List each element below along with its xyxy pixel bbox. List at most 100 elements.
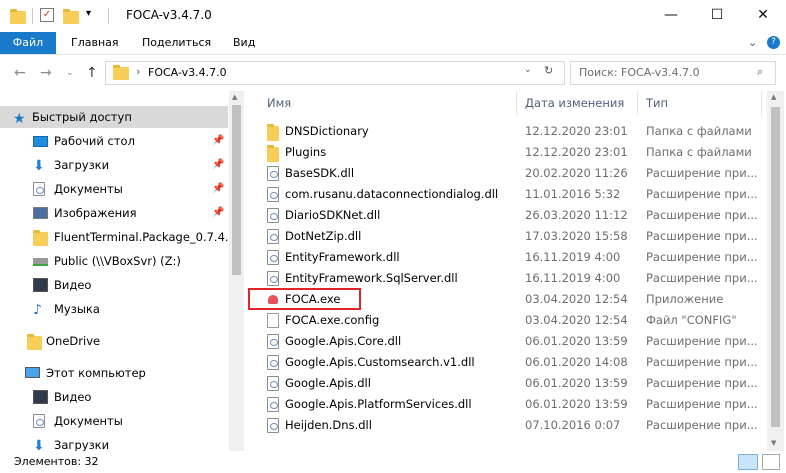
close-button[interactable]: ✕	[740, 0, 786, 30]
column-date[interactable]: Дата изменения	[525, 96, 624, 110]
dll-icon	[267, 187, 279, 202]
file-type: Расширение при...	[646, 418, 758, 432]
column-divider[interactable]	[516, 91, 517, 115]
address-dropdown-icon[interactable]: ⌄	[524, 65, 532, 75]
recent-locations-button[interactable]: ⌄	[66, 68, 74, 78]
file-row[interactable]: EntityFramework.SqlServer.dll 16.11.2019…	[245, 268, 765, 289]
file-row[interactable]: DiarioSDKNet.dll 26.03.2020 11:12 Расшир…	[245, 205, 765, 226]
file-row[interactable]: DotNetZip.dll 17.03.2020 15:58 Расширени…	[245, 226, 765, 247]
window-title: FOCA-v3.4.7.0	[126, 8, 212, 22]
file-row[interactable]: EntityFramework.dll 16.11.2019 4:00 Расш…	[245, 247, 765, 268]
customize-toolbar-icon[interactable]: ▾	[86, 8, 91, 19]
file-type: Расширение при...	[646, 229, 758, 243]
maximize-button[interactable]: ☐	[694, 0, 740, 30]
pin-icon[interactable]: 📌	[212, 154, 224, 176]
nav-pc-downloads[interactable]: ⬇ Загрузки	[0, 434, 228, 451]
nav-label: Рабочий стол	[54, 134, 135, 148]
dll-icon	[267, 250, 279, 265]
video-icon	[33, 390, 48, 404]
details-view-button[interactable]	[738, 454, 758, 470]
properties-icon[interactable]: ✓	[40, 8, 54, 22]
new-folder-icon[interactable]	[63, 9, 79, 24]
nav-label: Документы	[54, 414, 123, 428]
file-row[interactable]: Google.Apis.dll 06.01.2020 13:59 Расшире…	[245, 373, 765, 394]
nav-documents[interactable]: Документы 📌	[0, 178, 228, 200]
column-divider[interactable]	[637, 91, 638, 115]
dll-icon	[267, 355, 279, 370]
column-headers: ^ Имя Дата изменения Тип	[245, 91, 765, 115]
title-bar: ✓ ▾ FOCA-v3.4.7.0 — ☐ ✕	[0, 0, 786, 32]
nav-downloads[interactable]: ⬇ Загрузки 📌	[0, 154, 228, 176]
file-date: 12.12.2020 23:01	[525, 124, 628, 138]
nav-scrollbar[interactable]: ▲	[229, 91, 244, 451]
navigation-bar: ← → ⌄ ↑ › FOCA-v3.4.7.0 ⌄ ↻ Поиск: FOCA-…	[0, 55, 786, 91]
column-name[interactable]: Имя	[267, 96, 291, 110]
ribbon-expand-button[interactable]: ⌄	[748, 32, 757, 54]
dll-icon	[267, 397, 279, 412]
scroll-up-icon[interactable]: ▲	[232, 93, 237, 101]
file-name: DiarioSDKNet.dll	[285, 208, 381, 222]
network-drive-icon	[33, 258, 48, 266]
large-icons-view-button[interactable]	[762, 454, 780, 470]
nav-video[interactable]: Видео	[0, 274, 228, 296]
tab-file[interactable]: Файл	[0, 32, 56, 54]
pin-icon[interactable]: 📌	[212, 202, 224, 224]
nav-music[interactable]: ♪ Музыка	[0, 298, 228, 320]
scrollbar-thumb[interactable]	[771, 107, 780, 427]
scroll-up-icon[interactable]: ▲	[771, 93, 776, 101]
ribbon-tabs: Файл Главная Поделиться Вид ⌄ ?	[0, 32, 786, 55]
file-type: Папка с файлами	[646, 145, 752, 159]
search-icon[interactable]: ⌕	[757, 65, 763, 79]
file-date: 06.01.2020 13:59	[525, 397, 628, 411]
back-button[interactable]: ←	[14, 65, 26, 81]
file-row[interactable]: FOCA.exe.config 03.04.2020 12:54 Файл "C…	[245, 310, 765, 331]
nav-quick-access[interactable]: ★ Быстрый доступ	[0, 106, 228, 128]
file-name: DotNetZip.dll	[285, 229, 362, 243]
file-row[interactable]: DNSDictionary 12.12.2020 23:01 Папка с ф…	[245, 121, 765, 142]
column-type[interactable]: Тип	[646, 96, 668, 110]
up-button[interactable]: ↑	[86, 65, 98, 81]
file-name: EntityFramework.dll	[285, 250, 400, 264]
nav-label: Видео	[54, 278, 92, 292]
file-date: 03.04.2020 12:54	[525, 313, 628, 327]
scrollbar-thumb[interactable]	[232, 105, 241, 275]
star-icon: ★	[13, 111, 26, 127]
nav-this-pc[interactable]: Этот компьютер	[0, 362, 228, 384]
file-row[interactable]: BaseSDK.dll 20.02.2020 11:26 Расширение …	[245, 163, 765, 184]
tab-view[interactable]: Вид	[233, 32, 255, 54]
file-list-scrollbar[interactable]: ▲ ▼	[767, 91, 784, 451]
file-name: Google.Apis.Customsearch.v1.dll	[285, 355, 475, 369]
help-button[interactable]: ?	[767, 36, 780, 49]
breadcrumb-current[interactable]: FOCA-v3.4.7.0	[148, 66, 227, 79]
pin-icon[interactable]: 📌	[212, 178, 224, 200]
refresh-icon[interactable]: ↻	[544, 64, 553, 77]
nav-public-drive[interactable]: Public (\\VBoxSvr) (Z:)	[0, 250, 228, 272]
dll-icon	[267, 271, 279, 286]
scroll-down-icon[interactable]: ▼	[771, 439, 776, 447]
file-row[interactable]: com.rusanu.dataconnectiondialog.dll 11.0…	[245, 184, 765, 205]
search-input[interactable]: Поиск: FOCA-v3.4.7.0 ⌕	[570, 61, 776, 85]
nav-pc-documents[interactable]: Документы	[0, 410, 228, 432]
minimize-button[interactable]: —	[648, 0, 694, 30]
file-row[interactable]: Google.Apis.PlatformServices.dll 06.01.2…	[245, 394, 765, 415]
file-row[interactable]: Heijden.Dns.dll 07.10.2016 0:07 Расширен…	[245, 415, 765, 436]
file-type: Расширение при...	[646, 376, 758, 390]
folder-icon	[27, 334, 42, 350]
nav-fluentterminal[interactable]: FluentTerminal.Package_0.7.4.0	[0, 226, 236, 248]
file-row[interactable]: Google.Apis.Core.dll 06.01.2020 13:59 Ра…	[245, 331, 765, 352]
dll-icon	[267, 208, 279, 223]
tab-share[interactable]: Поделиться	[142, 32, 211, 54]
file-row[interactable]: Plugins 12.12.2020 23:01 Папка с файлами	[245, 142, 765, 163]
column-divider[interactable]	[761, 91, 762, 115]
file-row[interactable]: Google.Apis.Customsearch.v1.dll 06.01.20…	[245, 352, 765, 373]
pin-icon[interactable]: 📌	[212, 130, 224, 152]
address-bar[interactable]: › FOCA-v3.4.7.0 ⌄ ↻	[105, 61, 565, 85]
pictures-icon	[33, 207, 48, 219]
nav-onedrive[interactable]: OneDrive	[0, 330, 228, 352]
nav-desktop[interactable]: Рабочий стол 📌	[0, 130, 228, 152]
forward-button[interactable]: →	[40, 65, 52, 81]
nav-pictures[interactable]: Изображения 📌	[0, 202, 228, 224]
file-name: Google.Apis.Core.dll	[285, 334, 402, 348]
tab-home[interactable]: Главная	[71, 32, 119, 54]
nav-pc-video[interactable]: Видео	[0, 386, 228, 408]
